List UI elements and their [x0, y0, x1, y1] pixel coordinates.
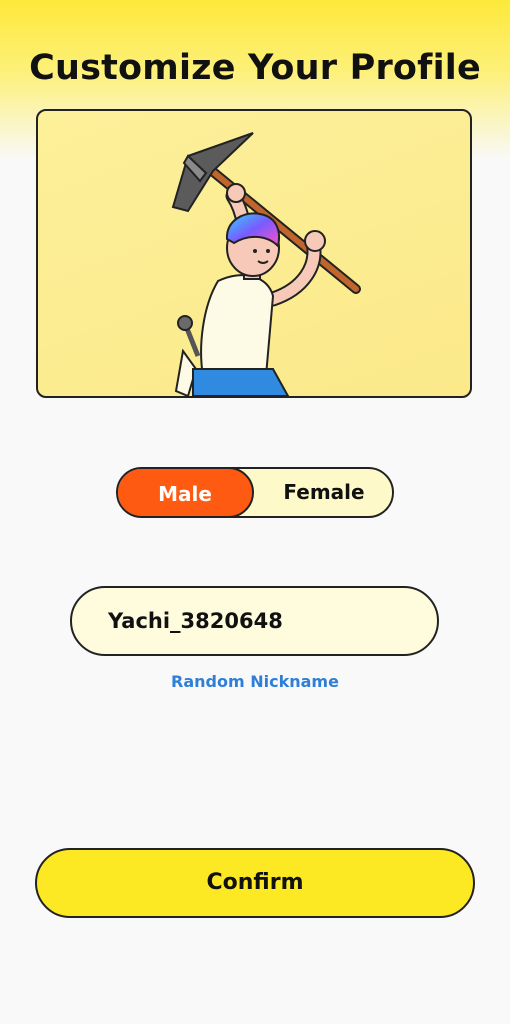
gender-option-male[interactable]: Male [118, 469, 254, 516]
gender-option-female[interactable]: Female [254, 469, 392, 516]
nickname-field[interactable]: Yachi_3820648 [70, 586, 439, 656]
nickname-value: Yachi_3820648 [108, 609, 283, 633]
avatar-preview-card [36, 109, 472, 398]
page-title: Customize Your Profile [29, 48, 481, 88]
avatar-illustration [171, 132, 361, 396]
confirm-button[interactable]: Confirm [35, 848, 475, 918]
random-nickname-link[interactable]: Random Nickname [0, 672, 510, 691]
gender-toggle: Male Female [116, 467, 394, 518]
